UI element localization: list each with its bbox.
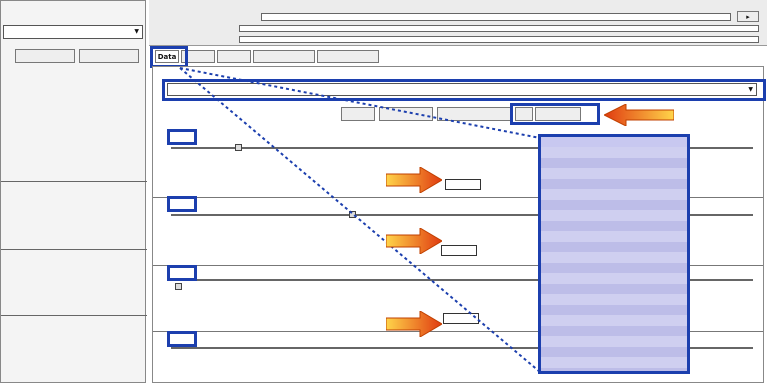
right-arrow-icon	[386, 311, 442, 337]
leader-line-1	[179, 67, 541, 139]
right-arrow-icon	[386, 228, 442, 254]
right-arrow-icon	[386, 167, 442, 193]
leader-lines	[179, 67, 541, 373]
leader-line-2	[179, 67, 541, 373]
left-arrow-icon	[604, 104, 674, 126]
